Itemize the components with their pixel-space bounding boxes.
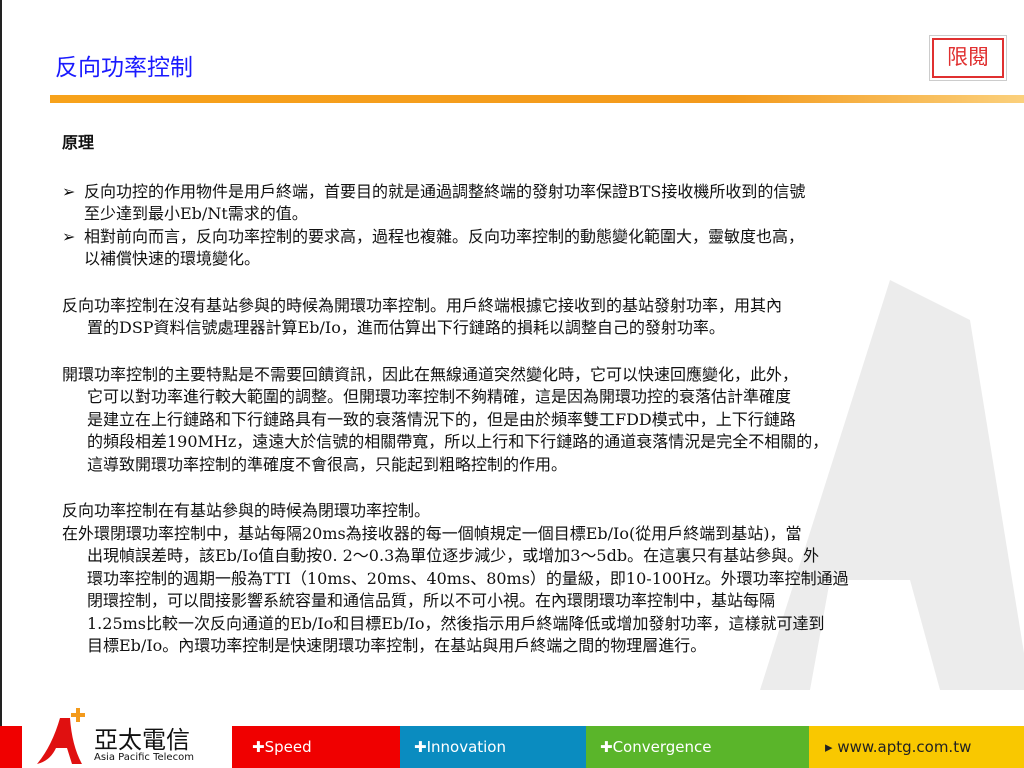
paragraph-line: 出現幀誤差時，該Eb/Io值自動按0. 2～0.3為單位逐步減少，或增加3～5d… xyxy=(87,546,820,565)
paragraph-line: 反向功率控制在沒有基站參與的時候為開環功率控制。用戶終端根據它接收到的基站發射功… xyxy=(62,295,783,315)
arrow-bullet-icon: ➢ xyxy=(62,226,76,246)
section-heading: 原理 xyxy=(62,133,95,152)
footer-url[interactable]: ▸ www.aptg.com.tw xyxy=(809,726,1024,768)
slide-title: 反向功率控制 xyxy=(55,55,193,81)
paragraph-line: 開環功率控制的主要特點是不需要回饋資訊，因此在無線通道突然變化時，它可以快速回應… xyxy=(62,364,799,384)
paragraph-line: 的頻段相差190MHz，遠遠大於信號的相關帶寬，所以上行和下行鏈路的通道衰落情況… xyxy=(87,432,829,451)
restricted-stamp: 限閱 xyxy=(932,38,1004,78)
paragraph: 在外環閉環功率控制中，基站每隔20ms為接收器的每一個幀規定一個目標Eb/Io(… xyxy=(62,523,1002,658)
bullet-line: 反向功控的作用物件是用戶終端，首要目的就是通過調整終端的發射功率保證BTS接收機… xyxy=(84,181,806,201)
paragraph: 反向功率控制在有基站參與的時候為閉環功率控制。 xyxy=(62,500,1002,523)
logo-english-name: Asia Pacific Telecom xyxy=(94,752,194,763)
footer-speed: ✚Speed xyxy=(240,726,400,768)
title-divider xyxy=(50,95,1024,103)
bullet-item: ➢ 相對前向而言，反向功率控制的要求高，過程也複雜。反向功率控制的動態變化範圍大，… xyxy=(62,226,1002,271)
slide-left-border xyxy=(0,0,2,768)
bullet-line: 相對前向而言，反向功率控制的要求高，過程也複雜。反向功率控制的動態變化範圍大，靈… xyxy=(84,226,805,246)
paragraph-line: 反向功率控制在有基站參與的時候為閉環功率控制。 xyxy=(62,501,431,520)
paragraph-line: 目標Eb/Io。內環功率控制是快速閉環功率控制，在基站與用戶終端之間的物理層進行… xyxy=(87,636,707,655)
paragraph-line: 它可以對功率進行較大範圍的調整。但開環功率控制不夠精確，這是因為開環功控的衰落估… xyxy=(87,387,792,406)
slide-body: 原理 ➢ 反向功控的作用物件是用戶終端，首要目的就是通過調整終端的發射功率保證BT… xyxy=(62,132,1002,658)
paragraph-line: 這導致開環功率控制的準確度不會很高，只能起到粗略控制的作用。 xyxy=(87,454,568,474)
paragraph-line: 1.25ms比較一次反向通道的Eb/Io和目標Eb/Io，然後指示用戶終端降低或… xyxy=(87,613,825,633)
aptg-a-logo-icon xyxy=(37,708,85,764)
paragraph-line: 閉環控制，可以間接影響系統容量和通信品質，所以不可小視。在內環閉環功率控制中，基… xyxy=(87,591,776,610)
paragraph-line: 置的DSP資料信號處理器計算Eb/Io，進而估算出下行鏈路的損耗以調整自己的發射… xyxy=(87,318,725,337)
bullet-line: 以補償快速的環境變化。 xyxy=(84,249,261,268)
company-logo: 亞太電信 Asia Pacific Telecom xyxy=(22,706,232,768)
bullet-item: ➢ 反向功控的作用物件是用戶終端，首要目的就是通過調整終端的發射功率保證BTS接收… xyxy=(62,181,1002,226)
logo-chinese-name: 亞太電信 xyxy=(94,726,190,754)
arrow-bullet-icon: ➢ xyxy=(62,181,76,201)
footer-innovation: ✚Innovation xyxy=(400,726,586,768)
paragraph-line: 環功率控制的週期一般為TTI（10ms、20ms、40ms、80ms）的量級，即… xyxy=(87,568,849,588)
paragraph: 開環功率控制的主要特點是不需要回饋資訊，因此在無線通道突然變化時，它可以快速回應… xyxy=(62,364,1002,477)
paragraph-line: 是建立在上行鏈路和下行鏈路具有一致的衰落情況下的，但是由於頻率雙工FDD模式中，… xyxy=(87,409,796,429)
paragraph: 反向功率控制在沒有基站參與的時候為開環功率控制。用戶終端根據它接收到的基站發射功… xyxy=(62,295,1002,340)
paragraph-line: 在外環閉環功率控制中，基站每隔20ms為接收器的每一個幀規定一個目標Eb/Io(… xyxy=(62,523,802,543)
bullet-line: 至少達到最小Eb/Nt需求的值。 xyxy=(84,204,308,223)
footer-convergence: ✚Convergence xyxy=(586,726,809,768)
